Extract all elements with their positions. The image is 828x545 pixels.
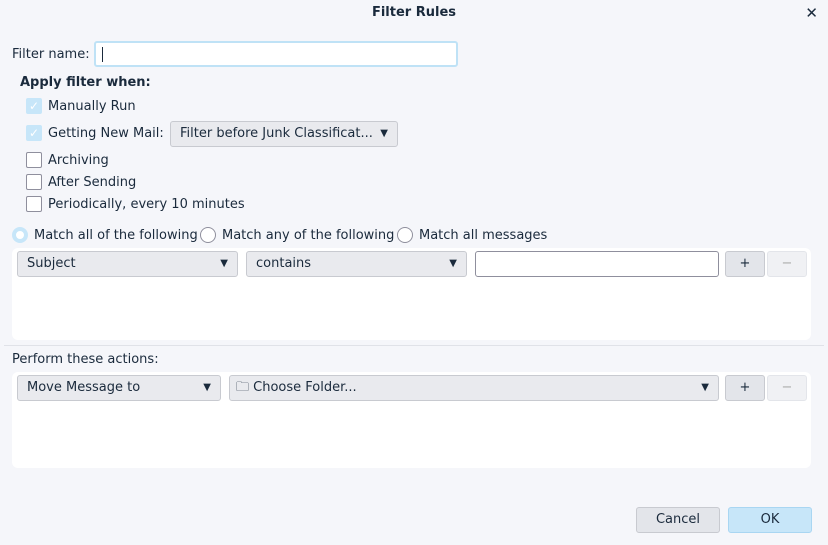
remove-rule-button[interactable]: − [767, 251, 807, 277]
chevron-down-icon: ▼ [701, 382, 709, 393]
periodic-label: Periodically, every 10 minutes [48, 197, 245, 212]
chevron-down-icon: ▼ [220, 258, 228, 269]
rule-operator-select[interactable]: contains ▼ [246, 251, 467, 277]
chevron-down-icon: ▼ [203, 382, 211, 393]
manual-run-checkbox[interactable]: ✓ [26, 98, 42, 114]
new-mail-checkbox[interactable]: ✓ [26, 125, 42, 141]
close-icon[interactable]: ✕ [805, 4, 818, 22]
new-mail-timing-select[interactable]: Filter before Junk Classificat... ▼ [170, 121, 398, 147]
select-value: contains [256, 256, 312, 271]
chevron-down-icon: ▼ [449, 258, 457, 269]
match-all-messages-radio[interactable] [397, 227, 413, 243]
filter-name-input[interactable] [94, 41, 458, 67]
ok-button[interactable]: OK [728, 507, 812, 533]
apply-heading: Apply filter when: [20, 75, 151, 90]
folder-icon: 🗀 [236, 380, 250, 395]
folder-select[interactable]: 🗀 Choose Folder... ▼ [229, 375, 719, 401]
archiving-checkbox[interactable] [26, 152, 42, 168]
periodic-checkbox[interactable] [26, 196, 42, 212]
select-value: Subject [27, 256, 76, 271]
manual-run-label: Manually Run [48, 99, 136, 114]
dialog-title: Filter Rules [371, 5, 457, 20]
match-all-messages-label: Match all messages [419, 228, 548, 243]
actions-label: Perform these actions: [12, 352, 159, 367]
select-value: Move Message to [27, 380, 141, 395]
new-mail-label: Getting New Mail: [48, 126, 164, 141]
rule-field-select[interactable]: Subject ▼ [17, 251, 238, 277]
after-sending-checkbox[interactable] [26, 174, 42, 190]
cancel-button[interactable]: Cancel [636, 507, 720, 533]
divider [4, 345, 824, 346]
match-any-radio[interactable] [200, 227, 216, 243]
chevron-down-icon: ▼ [380, 128, 388, 139]
add-action-button[interactable]: + [725, 375, 765, 401]
rule-value-input[interactable] [475, 251, 719, 277]
add-rule-button[interactable]: + [725, 251, 765, 277]
remove-action-button[interactable]: − [767, 375, 807, 401]
archiving-label: Archiving [48, 153, 109, 168]
match-all-label: Match all of the following [34, 228, 198, 243]
match-any-label: Match any of the following [222, 228, 395, 243]
select-value: Choose Folder... [253, 380, 357, 395]
select-value: Filter before Junk Classificat... [180, 126, 373, 141]
filter-name-label: Filter name: [12, 47, 90, 62]
after-sending-label: After Sending [48, 175, 137, 190]
action-type-select[interactable]: Move Message to ▼ [17, 375, 221, 401]
match-all-radio[interactable] [12, 227, 28, 243]
